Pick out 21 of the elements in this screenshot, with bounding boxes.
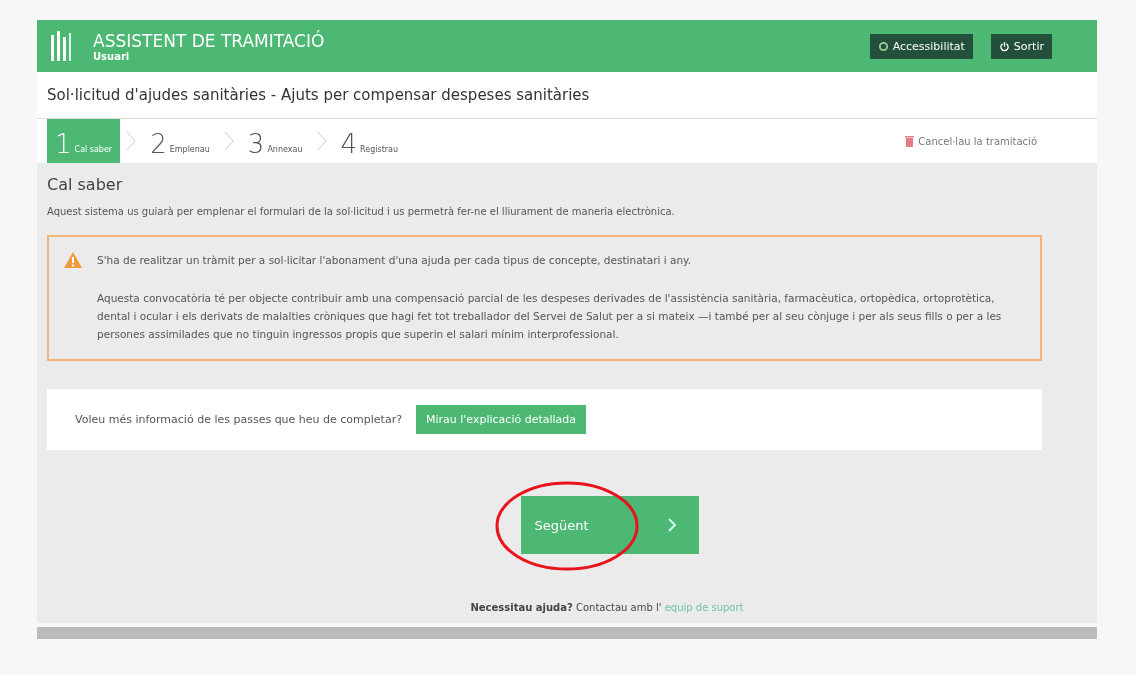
warning-text: S'ha de realitzar un tràmit per a sol·licitar l'abonament d'una ajuda per cada tipus de concepte, destinatari i any. [97, 253, 693, 268]
chevron-icon [223, 131, 234, 151]
app-title: ASSISTENT DE TRAMITACIÓ [93, 30, 326, 51]
power-icon [998, 40, 1010, 52]
step-tab[interactable]: 3 Annexau [239, 119, 311, 163]
step-tab[interactable]: 2 Emplenau [142, 119, 218, 163]
help-text: Necessitau ajuda? Contactau amb l' equip de suport [469, 602, 745, 613]
chevron-icon [316, 131, 327, 151]
user-name: Usuari [93, 50, 131, 62]
warning-text: Aquesta convocatòria té per objecte contribuir amb una compensació parcial de les despeses derivades de l'assistència sanitària, farmacèutica, ortopèdica, ortoprotètica, dental i ocular i els derivats de malalties cròniques que hagi fet tot treballador del Servei de Salut per a si mateix —i també per al seu cònjuge i per als seus fills o per a les persones assimilades que no tinguin ingressos propis que superin el salari mínim interprofessional. [97, 291, 1003, 342]
step-tab[interactable]: 4 Registrau [332, 119, 407, 163]
trash-icon [905, 135, 915, 147]
section-title: Cal saber [47, 175, 124, 194]
exit-button[interactable]: Sortir [990, 33, 1052, 59]
intro-text: Aquest sistema us guiarà per emplenar el formulari de la sol·licitud i us permetrà fer-ne el lliurament de maneria electrònica. [47, 206, 676, 217]
info-question: Voleu més informació de les passes que heu de completar? [75, 413, 402, 426]
chevron-icon [667, 518, 677, 532]
procedure-title: Sol·licitud d'ajudes sanitàries - Ajuts per compensar despeses sanitàries [37, 72, 1097, 119]
warning-icon [63, 251, 83, 269]
chevron-icon [126, 131, 137, 151]
accessibility-button[interactable]: Accessibilitat [869, 33, 973, 59]
